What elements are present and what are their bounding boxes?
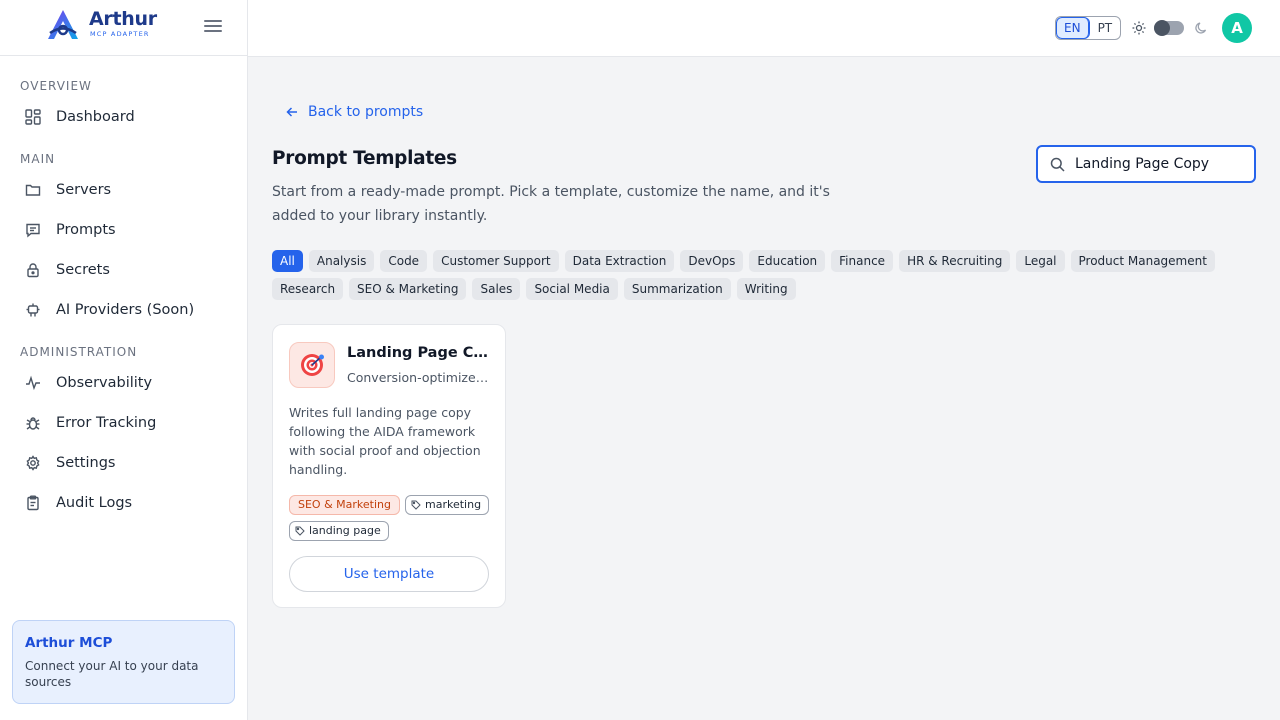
bug-icon (24, 414, 42, 432)
language-switcher: EN PT (1055, 16, 1122, 40)
category-row: All Analysis Code Customer Support Data Extr… (272, 250, 1232, 272)
promo-title: Arthur MCP (25, 635, 113, 651)
search-input[interactable] (1075, 156, 1245, 172)
category-chip[interactable]: SEO & Marketing (349, 278, 467, 300)
brand-subtitle: MCP ADAPTER (90, 30, 150, 38)
sidebar-item-secrets[interactable]: Secrets (12, 253, 236, 287)
language-pt-button[interactable]: PT (1090, 17, 1121, 39)
theme-toggle[interactable] (1154, 20, 1184, 36)
sidebar-item-label: AI Providers (Soon) (56, 302, 195, 318)
sidebar-item-observability[interactable]: Observability (12, 366, 236, 400)
arrow-left-icon (286, 107, 297, 117)
menu-toggle-button[interactable] (204, 20, 222, 36)
sidebar-item-label: Dashboard (56, 109, 135, 125)
category-chip[interactable]: Product Management (1070, 250, 1215, 272)
sidebar-item-settings[interactable]: Settings (12, 446, 236, 480)
card-description: Writes full landing page copy following … (289, 405, 481, 477)
category-chip[interactable]: Writing (736, 278, 796, 300)
clipboard-icon (24, 494, 42, 512)
category-chip[interactable]: Research (272, 278, 344, 300)
template-card[interactable]: Landing Page Copy Conversion-optimized l… (272, 324, 506, 608)
target-icon (289, 342, 335, 388)
category-chip[interactable]: Code (380, 250, 428, 272)
toggle-knob (1154, 20, 1170, 36)
sidebar-item-label: Prompts (56, 222, 116, 238)
sidebar-item-label: Settings (56, 455, 116, 471)
sidebar-item-label: Error Tracking (56, 415, 157, 431)
category-chip[interactable]: Legal (1016, 250, 1065, 272)
folder-icon (24, 181, 42, 199)
card-title: Landing Page Copy (347, 345, 489, 361)
category-chip[interactable]: Sales (472, 278, 521, 300)
message-icon (24, 221, 42, 239)
category-chip[interactable]: Education (749, 250, 826, 272)
sidebar-item-prompts[interactable]: Prompts (12, 213, 236, 247)
sidebar: Arthur MCP ADAPTER OVERVIEW Dashboard MA… (0, 0, 248, 720)
sidebar-item-audit-logs[interactable]: Audit Logs (12, 486, 236, 520)
sidebar-item-label: Audit Logs (56, 495, 133, 511)
hamburger-icon (204, 20, 222, 22)
sidebar-item-label: Observability (56, 375, 153, 391)
tag-icon (411, 500, 421, 510)
sidebar-item-dashboard[interactable]: Dashboard (12, 100, 236, 134)
search-icon (1050, 157, 1065, 172)
bot-icon (24, 301, 42, 319)
keyword-tag: landing page (289, 521, 389, 541)
search-box (1036, 145, 1256, 183)
page-description: Start from a ready-made prompt. Pick a t… (272, 184, 830, 224)
lock-icon (24, 261, 42, 279)
promo-card: Arthur MCP Connect your AI to your data … (12, 620, 235, 704)
category-chip[interactable]: Customer Support (433, 250, 559, 272)
back-label: Back to prompts (308, 104, 424, 120)
brand-name: Arthur (89, 8, 157, 30)
section-main: MAIN (20, 152, 56, 166)
gear-icon (24, 454, 42, 472)
category-chip[interactable]: Finance (831, 250, 894, 272)
category-chip[interactable]: Data Extraction (564, 250, 675, 272)
back-to-prompts-link[interactable]: Back to prompts (286, 104, 423, 120)
dashboard-icon (24, 108, 42, 126)
activity-icon (24, 374, 42, 392)
sidebar-item-error-tracking[interactable]: Error Tracking (12, 406, 236, 440)
keyword-tag-label: marketing (425, 498, 482, 511)
section-administration: ADMINISTRATION (20, 345, 138, 359)
keyword-tag-label: landing page (309, 524, 381, 537)
card-subtitle: Conversion-optimized landing page copy (347, 370, 489, 385)
top-header: EN PT A (248, 0, 1280, 57)
sun-icon (1132, 21, 1146, 35)
category-tag: SEO & Marketing (289, 495, 400, 515)
category-chip[interactable]: HR & Recruiting (899, 250, 1011, 272)
sidebar-item-ai-providers[interactable]: AI Providers (Soon) (12, 293, 236, 327)
brand-header: Arthur MCP ADAPTER (0, 0, 247, 56)
section-overview: OVERVIEW (20, 79, 92, 93)
arthur-logo-icon (48, 10, 78, 39)
language-en-button[interactable]: EN (1056, 17, 1090, 39)
sidebar-item-label: Servers (56, 182, 112, 198)
category-chip[interactable]: DevOps (680, 250, 744, 272)
use-template-button[interactable]: Use template (289, 556, 489, 592)
page-title: Prompt Templates (272, 148, 457, 169)
category-row: Research SEO & Marketing Sales Social Media… (272, 278, 1232, 300)
sidebar-item-servers[interactable]: Servers (12, 173, 236, 207)
sidebar-item-label: Secrets (56, 262, 110, 278)
moon-icon (1195, 22, 1207, 34)
user-avatar[interactable]: A (1222, 13, 1252, 43)
category-filters: All Analysis Code Customer Support Data Extr… (272, 250, 1232, 306)
category-chip[interactable]: Summarization (623, 278, 731, 300)
category-chip[interactable]: Analysis (308, 250, 375, 272)
promo-text: Connect your AI to your data sources (25, 659, 199, 689)
category-chip[interactable]: All (272, 250, 303, 272)
tag-icon (295, 526, 305, 536)
category-chip[interactable]: Social Media (526, 278, 618, 300)
keyword-tag: marketing (405, 495, 490, 515)
